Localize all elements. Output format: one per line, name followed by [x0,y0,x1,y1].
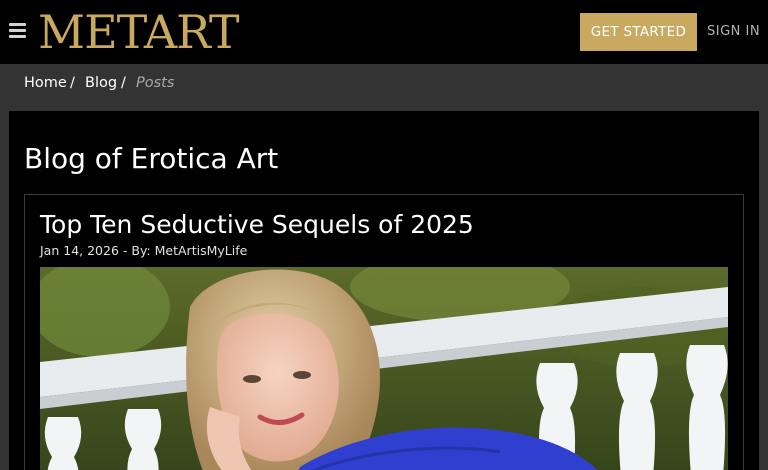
featured-photo-illustration [40,267,728,470]
post-featured-image[interactable] [40,267,728,470]
get-started-button[interactable]: GET STARTED [580,13,697,51]
top-navigation-bar: METART ™ GET STARTED SIGN IN [0,0,768,64]
breadcrumb-separator: / [121,75,126,91]
post-date: Jan 14, 2026 [40,243,119,258]
post-meta: Jan 14, 2026 - By: MetArtisMyLife [40,243,247,259]
logo-trademark: ™ [222,16,229,24]
post-title-link[interactable]: Top Ten Seductive Sequels of 2025 [40,209,474,241]
breadcrumb: Home / Blog / Posts [0,64,768,111]
sign-in-link[interactable]: SIGN IN [707,23,760,41]
blog-post-card: Top Ten Seductive Sequels of 2025 Jan 14… [24,194,744,470]
post-byline-prefix: - By: [118,243,155,258]
breadcrumb-current-posts: Posts [136,75,175,91]
breadcrumb-blog-link[interactable]: Blog [85,74,117,92]
breadcrumb-separator: / [70,75,75,91]
main-content: Blog of Erotica Art Top Ten Seductive Se… [9,111,759,470]
metart-logo[interactable]: METART [38,7,240,57]
breadcrumb-home-link[interactable]: Home [24,74,67,92]
page-title: Blog of Erotica Art [24,142,279,175]
post-author-link[interactable]: MetArtisMyLife [155,243,248,258]
hamburger-menu-icon[interactable] [9,23,26,39]
